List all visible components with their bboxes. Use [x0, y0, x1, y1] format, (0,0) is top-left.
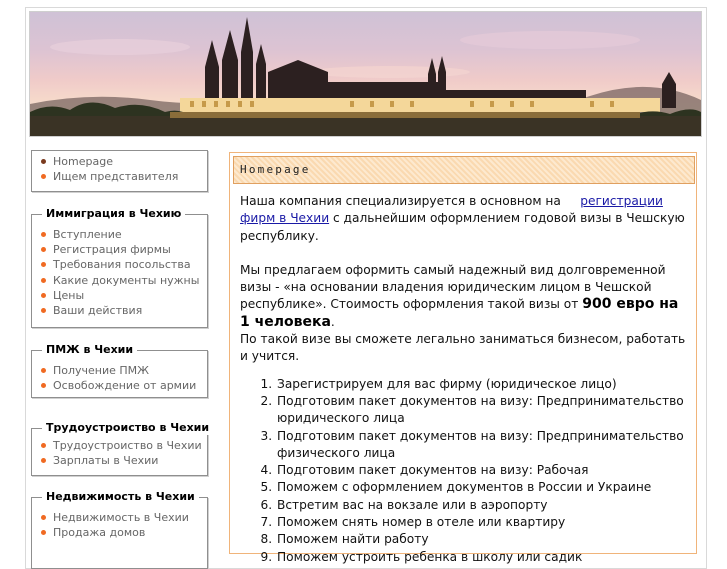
sidebar-item[interactable]: Получение ПМЖ — [32, 363, 207, 378]
sidebar-section-title: Недвижимость в Чехии — [42, 490, 199, 504]
sidebar-item[interactable]: Трудоустроиство в Чехии — [32, 438, 207, 453]
bullet-icon — [41, 174, 46, 180]
sidebar-link-homepage-label[interactable]: Homepage — [53, 155, 113, 168]
list-item: Зарегистрируем для вас фирму (юридическо… — [276, 376, 692, 393]
list-item: Подготовим пакет документов на визу: Пре… — [276, 428, 692, 463]
sidebar-item[interactable]: Вступление — [32, 227, 207, 242]
list-item: Подготовим пакет документов на визу: Раб… — [276, 462, 692, 479]
page-title: Homepage — [240, 163, 311, 176]
bullet-icon — [41, 443, 46, 448]
sidebar-item[interactable]: Какие документы нужны — [32, 273, 207, 288]
sidebar-item[interactable]: Зарплаты в Чехии — [32, 453, 207, 468]
bullet-icon — [41, 308, 46, 314]
sidebar-item-label[interactable]: Освобождение от армии — [53, 379, 196, 392]
sidebar-item[interactable]: Требования посольства — [32, 257, 207, 272]
sidebar-item-label[interactable]: Требования посольства — [53, 258, 191, 271]
sidebar-link-representative[interactable]: Ищем представителя — [32, 169, 207, 184]
prague-castle-illustration — [30, 17, 701, 136]
sidebar-item[interactable]: Недвижимость в Чехии — [32, 510, 207, 525]
sidebar-item-label[interactable]: Ваши действия — [53, 304, 142, 317]
content-heading-bar: Homepage — [233, 156, 695, 184]
bullet-icon — [41, 277, 46, 283]
price-suffix: . — [330, 314, 335, 329]
main-content-text: Наша компания специализируется в основно… — [240, 193, 692, 566]
sidebar-section-immigration: Иммиграция в Чехию Вступление Регистраци… — [31, 207, 208, 328]
bullet-icon — [41, 368, 46, 373]
sidebar-link-representative-label[interactable]: Ищем представителя — [53, 170, 178, 183]
sidebar-section-employment: Трудоустроиство в Чехии Трудоустроиство … — [31, 421, 214, 476]
sidebar-item[interactable]: Освобождение от армии — [32, 378, 207, 393]
sidebar-item-label[interactable]: Вступление — [53, 228, 122, 241]
sidebar-item[interactable]: Цены — [32, 288, 207, 303]
bullet-icon — [41, 458, 46, 464]
bullet-icon — [41, 383, 46, 389]
bullet-icon — [41, 159, 46, 164]
sidebar-section-title: Трудоустроиство в Чехии — [42, 421, 214, 435]
header-banner-image — [29, 11, 702, 137]
sidebar-item-label[interactable]: Цены — [53, 289, 84, 302]
sidebar-section-realestate: Недвижимость в Чехии Недвижимость в Чехи… — [31, 490, 208, 569]
sidebar-item-label[interactable]: Зарплаты в Чехии — [53, 454, 158, 467]
sidebar-item[interactable]: Регистрация фирмы — [32, 242, 207, 257]
bullet-icon — [41, 262, 46, 268]
sidebar-section-title: ПМЖ в Чехии — [42, 343, 138, 357]
sidebar-top-links-box: Homepage Ищем представителя — [31, 150, 208, 192]
sidebar-item-label[interactable]: Получение ПМЖ — [53, 364, 149, 377]
sidebar-item-label[interactable]: Недвижимость в Чехии — [53, 511, 189, 524]
sidebar-item[interactable]: Ваши действия — [32, 303, 207, 318]
sidebar-item-label[interactable]: Трудоустроиство в Чехии — [53, 439, 202, 452]
services-list: Зарегистрируем для вас фирму (юридическо… — [240, 376, 692, 566]
intro-text: Наша компания специализируется в основно… — [240, 194, 561, 208]
bullet-icon — [41, 247, 46, 253]
offer-paragraph: Мы предлагаем оформить самый надежный ви… — [240, 262, 692, 331]
list-item: Подготовим пакет документов на визу: Пре… — [276, 393, 692, 428]
sidebar-item[interactable]: Продажа домов — [32, 525, 207, 540]
list-item: Поможем устроить ребенка в школу или сад… — [276, 549, 692, 566]
list-item: Поможем найти работу — [276, 531, 692, 548]
sidebar-section-pmj: ПМЖ в Чехии Получение ПМЖ Освобождение о… — [31, 343, 208, 398]
bullet-icon — [41, 515, 46, 520]
list-item: Поможем с оформлением документов в Росси… — [276, 479, 692, 496]
bullet-icon — [41, 292, 46, 298]
business-paragraph: По такой визе вы сможете легально занима… — [240, 332, 686, 364]
sidebar-item-label[interactable]: Какие документы нужны — [53, 274, 199, 287]
sidebar-item-label[interactable]: Продажа домов — [53, 526, 145, 539]
bullet-icon — [41, 232, 46, 237]
sidebar-item-label[interactable]: Регистрация фирмы — [53, 243, 171, 256]
intro-paragraph: Наша компания специализируется в основно… — [240, 193, 692, 245]
sidebar-section-title: Иммиграция в Чехию — [42, 207, 186, 221]
bullet-icon — [41, 530, 46, 536]
sidebar-link-homepage[interactable]: Homepage — [32, 154, 207, 169]
list-item: Поможем снять номер в отеле или квартиру — [276, 514, 692, 531]
list-item: Встретим вас на вокзале или в аэропорту — [276, 497, 692, 514]
